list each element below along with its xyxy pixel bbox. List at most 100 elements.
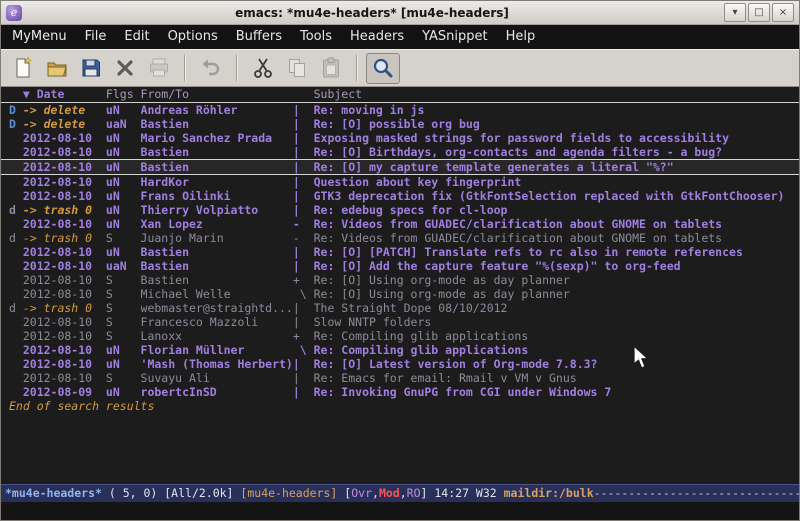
- mark-prefix: d: [9, 231, 23, 245]
- message-row[interactable]: 2012-08-10 uN HardKor | Question about k…: [1, 175, 799, 189]
- message-row[interactable]: d -> trash 0 S webmaster@straightd... | …: [1, 301, 799, 315]
- message-from: Bastien: [141, 245, 293, 259]
- message-row[interactable]: 2012-08-10 S Bastien + Re: [O] Using org…: [1, 273, 799, 287]
- message-date: 2012-08-10: [23, 217, 106, 231]
- message-row[interactable]: 2012-08-09 uN robertcInSD | Re: Invoking…: [1, 385, 799, 399]
- header-line: ▼ Date Flgs From/To Subject: [1, 87, 799, 103]
- message-flags: S: [106, 231, 141, 245]
- mark-prefix: [9, 273, 23, 287]
- close-icon[interactable]: [108, 53, 142, 84]
- thread-separator-icon: |: [293, 189, 314, 203]
- message-row[interactable]: 2012-08-10 S Suvayu Ali | Re: Emacs for …: [1, 371, 799, 385]
- message-date: 2012-08-10: [23, 160, 106, 174]
- message-subject: Question about key fingerprint: [314, 175, 799, 189]
- menu-help[interactable]: Help: [497, 25, 545, 49]
- message-row[interactable]: 2012-08-10 uN Xan Lopez - Re: Videos fro…: [1, 217, 799, 231]
- mark-prefix: D: [9, 117, 23, 131]
- message-row[interactable]: D -> delete uN Andreas Röhler | Re: movi…: [1, 103, 799, 117]
- message-row[interactable]: 2012-08-10 uN Florian Müllner \ Re: Comp…: [1, 343, 799, 357]
- menu-yasnippet[interactable]: YASnippet: [413, 25, 497, 49]
- message-flags: uaN: [106, 117, 141, 131]
- message-row[interactable]: 2012-08-10 uN Mario Sanchez Prada | Expo…: [1, 131, 799, 145]
- maximize-button[interactable]: □: [748, 3, 770, 22]
- message-from: Bastien: [141, 117, 293, 131]
- mark-prefix: [9, 145, 23, 159]
- message-row[interactable]: 2012-08-10 uN Bastien | Re: [O] my captu…: [1, 159, 799, 175]
- message-subject: Re: Videos from GUADEC/clarification abo…: [314, 231, 799, 245]
- message-row[interactable]: 2012-08-10 uaN Bastien | Re: [O] Add the…: [1, 259, 799, 273]
- print-icon: [142, 53, 176, 84]
- menu-buffers[interactable]: Buffers: [227, 25, 291, 49]
- new-file-icon[interactable]: [6, 53, 40, 84]
- mark-prefix: [9, 160, 23, 174]
- header-subject-column[interactable]: Subject: [314, 87, 799, 102]
- message-subject: Exposing masked strings for password fie…: [314, 131, 799, 145]
- message-flags: uaN: [106, 259, 141, 273]
- message-date: 2012-08-10: [23, 287, 106, 301]
- menu-options[interactable]: Options: [159, 25, 227, 49]
- menu-edit[interactable]: Edit: [115, 25, 158, 49]
- minimize-icon: ▾: [732, 8, 737, 18]
- mark-prefix: [9, 259, 23, 273]
- mark-prefix: [9, 287, 23, 301]
- message-flags: uN: [106, 385, 141, 399]
- header-flags-column[interactable]: Flgs: [106, 87, 141, 102]
- message-row[interactable]: 2012-08-10 uN Bastien | Re: [O] [PATCH] …: [1, 245, 799, 259]
- message-date: 2012-08-10: [23, 189, 106, 203]
- modeline-mod: Mod: [379, 486, 400, 500]
- message-flags: S: [106, 287, 141, 301]
- header-from-column[interactable]: From/To: [141, 87, 293, 102]
- copy-icon: [280, 53, 314, 84]
- message-subject: Re: [O] possible org bug: [314, 117, 799, 131]
- message-row[interactable]: 2012-08-10 S Lanoxx + Re: Compiling glib…: [1, 329, 799, 343]
- message-row[interactable]: 2012-08-10 S Michael Welle \ Re: [O] Usi…: [1, 287, 799, 301]
- menu-file[interactable]: File: [76, 25, 116, 49]
- message-flags: uN: [106, 245, 141, 259]
- open-file-icon[interactable]: [40, 53, 74, 84]
- paste-icon: [314, 53, 348, 84]
- message-row[interactable]: d -> trash 0 S Juanjo Marin - Re: Videos…: [1, 231, 799, 245]
- message-flags: S: [106, 315, 141, 329]
- message-date: 2012-08-10: [23, 357, 106, 371]
- message-row[interactable]: d -> trash 0 uN Thierry Volpiatto | Re: …: [1, 203, 799, 217]
- message-flags: uN: [106, 145, 141, 159]
- message-row[interactable]: 2012-08-10 uN 'Mash (Thomas Herbert) | R…: [1, 357, 799, 371]
- message-from: Andreas Röhler: [141, 103, 293, 117]
- message-from: Francesco Mazzoli: [141, 315, 293, 329]
- modeline-plain: ,: [400, 486, 407, 500]
- cut-icon[interactable]: [246, 53, 280, 84]
- message-subject: The Straight Dope 08/10/2012: [314, 301, 799, 315]
- modeline-plain: ( 5, 0) [All/2.0k]: [102, 486, 240, 500]
- message-from: webmaster@straightd...: [141, 301, 293, 315]
- message-subject: Re: Emacs for email: Rmail v VM v Gnus: [314, 371, 799, 385]
- modeline-mode: [mu4e-headers]: [240, 486, 337, 500]
- save-icon[interactable]: [74, 53, 108, 84]
- menu-mymenu[interactable]: MyMenu: [3, 25, 76, 49]
- message-from: Florian Müllner: [141, 343, 293, 357]
- message-flags: S: [106, 329, 141, 343]
- message-row[interactable]: 2012-08-10 uN Frans Oilinki | GTK3 depre…: [1, 189, 799, 203]
- message-subject: GTK3 deprecation fix (GtkFontSelection r…: [314, 189, 799, 203]
- message-subject: Re: [O] my capture template generates a …: [314, 160, 799, 174]
- message-subject: Re: Invoking GnuPG from CGI under Window…: [314, 385, 799, 399]
- message-from: Xan Lopez: [141, 217, 293, 231]
- message-from: Thierry Volpiatto: [141, 203, 293, 217]
- menu-headers[interactable]: Headers: [341, 25, 413, 49]
- message-row[interactable]: 2012-08-10 uN Bastien | Re: [O] Birthday…: [1, 145, 799, 159]
- modeline-plain: 14:27 W32: [434, 486, 503, 500]
- minimize-button[interactable]: ▾: [724, 3, 746, 22]
- emacs-window: e emacs: *mu4e-headers* [mu4e-headers] ▾…: [0, 0, 800, 521]
- header-date-column[interactable]: ▼ Date: [23, 87, 106, 102]
- close-button[interactable]: ×: [772, 3, 794, 22]
- menu-tools[interactable]: Tools: [291, 25, 341, 49]
- menu-bar: MyMenuFileEditOptionsBuffersToolsHeaders…: [1, 25, 799, 49]
- mark-prefix: D: [9, 103, 23, 117]
- message-list: D -> delete uN Andreas Röhler | Re: movi…: [1, 103, 799, 399]
- search-icon[interactable]: [366, 53, 400, 84]
- message-row[interactable]: 2012-08-10 S Francesco Mazzoli | Slow NN…: [1, 315, 799, 329]
- mark-prefix: [9, 131, 23, 145]
- message-date: 2012-08-10: [23, 371, 106, 385]
- message-row[interactable]: D -> delete uaN Bastien | Re: [O] possib…: [1, 117, 799, 131]
- thread-separator-icon: |: [293, 203, 314, 217]
- message-flags: S: [106, 273, 141, 287]
